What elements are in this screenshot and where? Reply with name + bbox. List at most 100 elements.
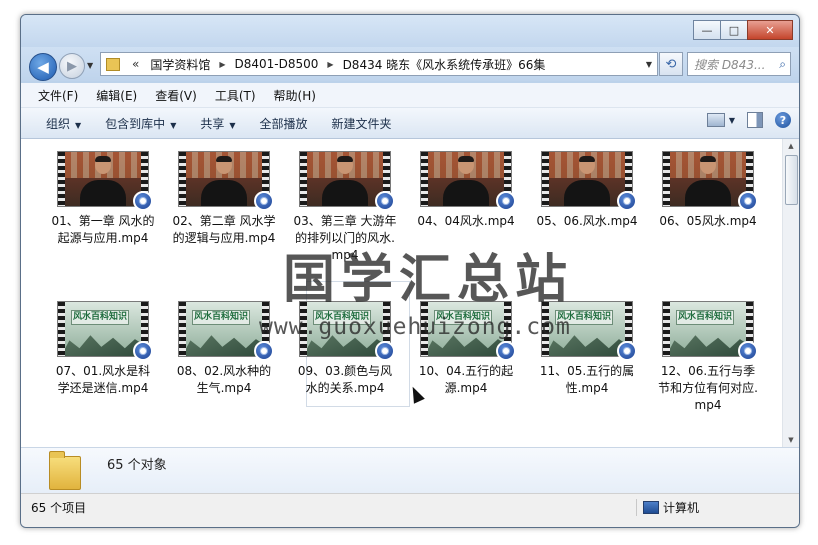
dropdown-arrow-icon: ▼ <box>170 120 177 130</box>
folder-icon <box>106 57 120 71</box>
film-strip <box>421 152 428 206</box>
play-all-button[interactable]: 全部播放 <box>248 115 320 132</box>
file-name: 05、06.风水.mp4 <box>536 214 638 228</box>
thumbnail-frame: 风水百科知识 <box>186 302 262 356</box>
breadcrumb-item[interactable]: 国学资料馆 <box>145 56 215 73</box>
scrollbar-thumb[interactable] <box>785 155 798 205</box>
presenter-body <box>201 180 247 206</box>
change-view-button[interactable]: ▼ <box>706 113 735 127</box>
include-in-library-button[interactable]: 包含到库中 ▼ <box>93 115 188 132</box>
breadcrumb-item[interactable]: D8401-D8500 <box>230 57 324 71</box>
video-thumbnail <box>178 151 274 211</box>
video-thumbnail <box>57 151 153 211</box>
media-player-icon <box>254 341 274 361</box>
refresh-button[interactable]: ⟲ <box>659 52 683 76</box>
media-player-icon <box>254 191 274 211</box>
menu-help[interactable]: 帮助(H) <box>265 87 325 104</box>
mountain-scene <box>670 335 746 356</box>
scroll-up-icon[interactable]: ▲ <box>783 139 799 153</box>
search-icon[interactable]: ⌕ <box>779 57 786 72</box>
computer-icon <box>643 501 659 514</box>
window-controls: — □ ✕ <box>693 20 793 40</box>
recent-pages-dropdown-icon[interactable]: ▼ <box>87 61 93 70</box>
breadcrumb-item[interactable]: D8434 晓东《风水系统传承班》66集 <box>338 56 551 73</box>
file-item[interactable]: 06、05风水.mp4 <box>652 151 764 230</box>
explorer-window: — □ ✕ ◀ ▶ ▼ « 国学资料馆 ▶ D8401-D8500 ▶ D843… <box>20 14 800 528</box>
thumbnail-frame <box>549 152 625 206</box>
thumbnail-frame <box>307 152 383 206</box>
thumbnail-frame <box>65 152 141 206</box>
file-list: 01、第一章 风水的起源与应用.mp4 02、第二章 风水学的逻辑与应用.mp4 0… <box>21 139 799 447</box>
share-button[interactable]: 共享 ▼ <box>188 115 247 132</box>
location-label: 计算机 <box>663 501 700 515</box>
file-item[interactable]: 04、04风水.mp4 <box>410 151 522 230</box>
new-folder-button[interactable]: 新建文件夹 <box>320 115 404 132</box>
maximize-button[interactable]: □ <box>720 20 748 40</box>
file-item[interactable]: 01、第一章 风水的起源与应用.mp4 <box>47 151 159 247</box>
film-strip <box>300 152 307 206</box>
menu-bar: 文件(F) 编辑(E) 查看(V) 工具(T) 帮助(H) <box>21 83 799 108</box>
thumbnail-frame <box>428 152 504 206</box>
preview-pane-icon[interactable] <box>747 112 763 128</box>
breadcrumb-arrow-icon[interactable]: ▶ <box>323 60 337 69</box>
media-player-icon <box>738 341 758 361</box>
watermark-url: www.guoxuehuizong.com <box>259 314 571 340</box>
file-name: 12、06.五行与季节和方位有何对应.mp4 <box>658 364 758 412</box>
navigation-bar: ◀ ▶ ▼ « 国学资料馆 ▶ D8401-D8500 ▶ D8434 晓东《风… <box>21 47 799 81</box>
scroll-down-icon[interactable]: ▼ <box>783 433 799 447</box>
video-thumbnail: 风水百科知识 <box>57 301 153 361</box>
vertical-scrollbar[interactable]: ▲ ▼ <box>782 139 799 447</box>
dropdown-arrow-icon: ▼ <box>75 120 82 130</box>
presenter-head <box>700 156 716 174</box>
close-button[interactable]: ✕ <box>747 20 793 40</box>
file-name: 07、01.风水是科学还是迷信.mp4 <box>55 364 151 395</box>
media-player-icon <box>617 341 637 361</box>
dropdown-arrow-icon: ▼ <box>728 115 735 125</box>
film-strip <box>179 152 186 206</box>
file-name: 10、04.五行的起源.mp4 <box>418 364 514 395</box>
thumbnail-frame: 风水百科知识 <box>65 302 141 356</box>
presenter-hair <box>337 156 353 162</box>
film-strip <box>58 302 65 356</box>
film-strip <box>179 302 186 356</box>
presenter-head <box>337 156 353 174</box>
view-controls: ▼ ? <box>706 112 791 128</box>
breadcrumb-arrow-icon[interactable]: ▶ <box>215 60 229 69</box>
minimize-button[interactable]: — <box>693 20 721 40</box>
presenter-body <box>80 180 126 206</box>
menu-tools[interactable]: 工具(T) <box>206 87 265 104</box>
forward-button[interactable]: ▶ <box>59 53 85 79</box>
organize-button[interactable]: 组织 ▼ <box>21 115 93 132</box>
address-dropdown-icon[interactable]: ▼ <box>641 60 657 69</box>
video-thumbnail <box>662 151 758 211</box>
file-name: 09、03.颜色与风水的关系.mp4 <box>297 364 393 395</box>
address-bar[interactable]: « 国学资料馆 ▶ D8401-D8500 ▶ D8434 晓东《风水系统传承班… <box>100 52 658 76</box>
presenter-body <box>564 180 610 206</box>
search-input[interactable]: 搜索 D843... ⌕ <box>687 52 791 76</box>
video-thumbnail: 风水百科知识 <box>178 301 274 361</box>
back-button[interactable]: ◀ <box>29 53 57 81</box>
title-bar[interactable]: — □ ✕ <box>21 15 799 47</box>
media-player-icon <box>496 341 516 361</box>
file-item[interactable]: 02、第二章 风水学的逻辑与应用.mp4 <box>168 151 280 247</box>
file-name: 04、04风水.mp4 <box>417 214 515 228</box>
details-pane: 65 个对象 <box>21 447 799 494</box>
menu-edit[interactable]: 编辑(E) <box>87 87 146 104</box>
object-count: 65 个对象 <box>107 458 167 473</box>
help-icon[interactable]: ? <box>775 112 791 128</box>
file-item[interactable]: 风水百科知识 07、01.风水是科学还是迷信.mp4 <box>47 301 159 397</box>
video-thumbnail <box>420 151 516 211</box>
file-item[interactable]: 05、06.风水.mp4 <box>531 151 643 230</box>
presenter-hair <box>700 156 716 162</box>
path-overflow-chevron[interactable]: « <box>132 57 139 71</box>
media-player-icon <box>617 191 637 211</box>
thumbnail-banner: 风水百科知识 <box>71 310 129 325</box>
file-item[interactable]: 风水百科知识 12、06.五行与季节和方位有何对应.mp4 <box>652 301 764 414</box>
video-thumbnail <box>541 151 637 211</box>
menu-view[interactable]: 查看(V) <box>146 87 206 104</box>
presenter-hair <box>579 156 595 162</box>
presenter-head <box>95 156 111 174</box>
view-icon <box>706 113 725 127</box>
menu-file[interactable]: 文件(F) <box>21 87 87 104</box>
media-player-icon <box>133 191 153 211</box>
